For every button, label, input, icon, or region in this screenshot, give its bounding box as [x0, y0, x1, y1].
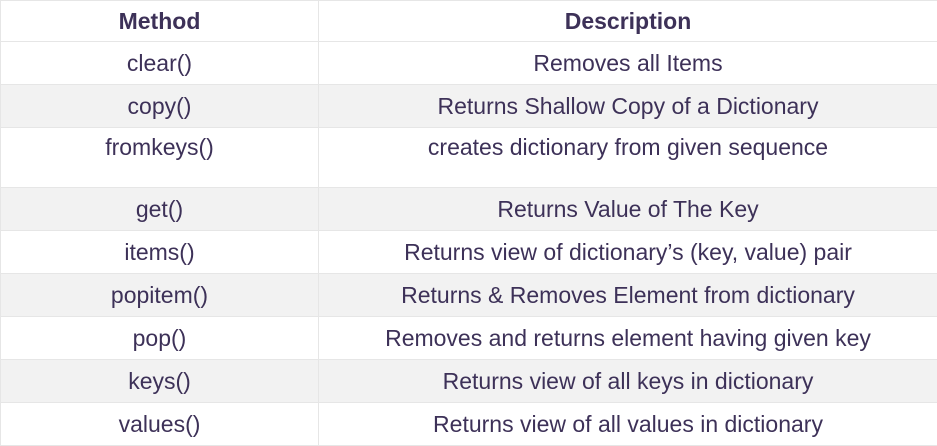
- table-row: get() Returns Value of The Key: [1, 188, 937, 231]
- table-row: clear() Removes all Items: [1, 42, 937, 85]
- table-row: keys() Returns view of all keys in dicti…: [1, 360, 937, 403]
- description-cell: Returns Shallow Copy of a Dictionary: [319, 85, 937, 128]
- table-row: pop() Removes and returns element having…: [1, 317, 937, 360]
- method-cell: values(): [1, 403, 319, 446]
- method-cell: clear(): [1, 42, 319, 85]
- method-cell: copy(): [1, 85, 319, 128]
- description-cell: Returns & Removes Element from dictionar…: [319, 274, 937, 317]
- description-cell: Returns view of all keys in dictionary: [319, 360, 937, 403]
- method-cell: fromkeys(): [1, 128, 319, 188]
- description-cell: Removes and returns element having given…: [319, 317, 937, 360]
- description-cell: Returns view of dictionary’s (key, value…: [319, 231, 937, 274]
- table-row: values() Returns view of all values in d…: [1, 403, 937, 446]
- column-header-method: Method: [1, 1, 319, 42]
- method-cell: items(): [1, 231, 319, 274]
- table-header-row: Method Description: [1, 1, 937, 42]
- method-cell: pop(): [1, 317, 319, 360]
- table-row: items() Returns view of dictionary’s (ke…: [1, 231, 937, 274]
- method-cell: get(): [1, 188, 319, 231]
- method-cell: keys(): [1, 360, 319, 403]
- method-cell: popitem(): [1, 274, 319, 317]
- description-cell: Returns view of all values in dictionary: [319, 403, 937, 446]
- table-row: fromkeys() creates dictionary from given…: [1, 128, 937, 188]
- description-cell: creates dictionary from given sequence: [319, 128, 937, 188]
- column-header-description: Description: [319, 1, 937, 42]
- description-cell: Removes all Items: [319, 42, 937, 85]
- description-cell: Returns Value of The Key: [319, 188, 937, 231]
- methods-table: Method Description clear() Removes all I…: [0, 0, 937, 446]
- table-row: popitem() Returns & Removes Element from…: [1, 274, 937, 317]
- table-row: copy() Returns Shallow Copy of a Diction…: [1, 85, 937, 128]
